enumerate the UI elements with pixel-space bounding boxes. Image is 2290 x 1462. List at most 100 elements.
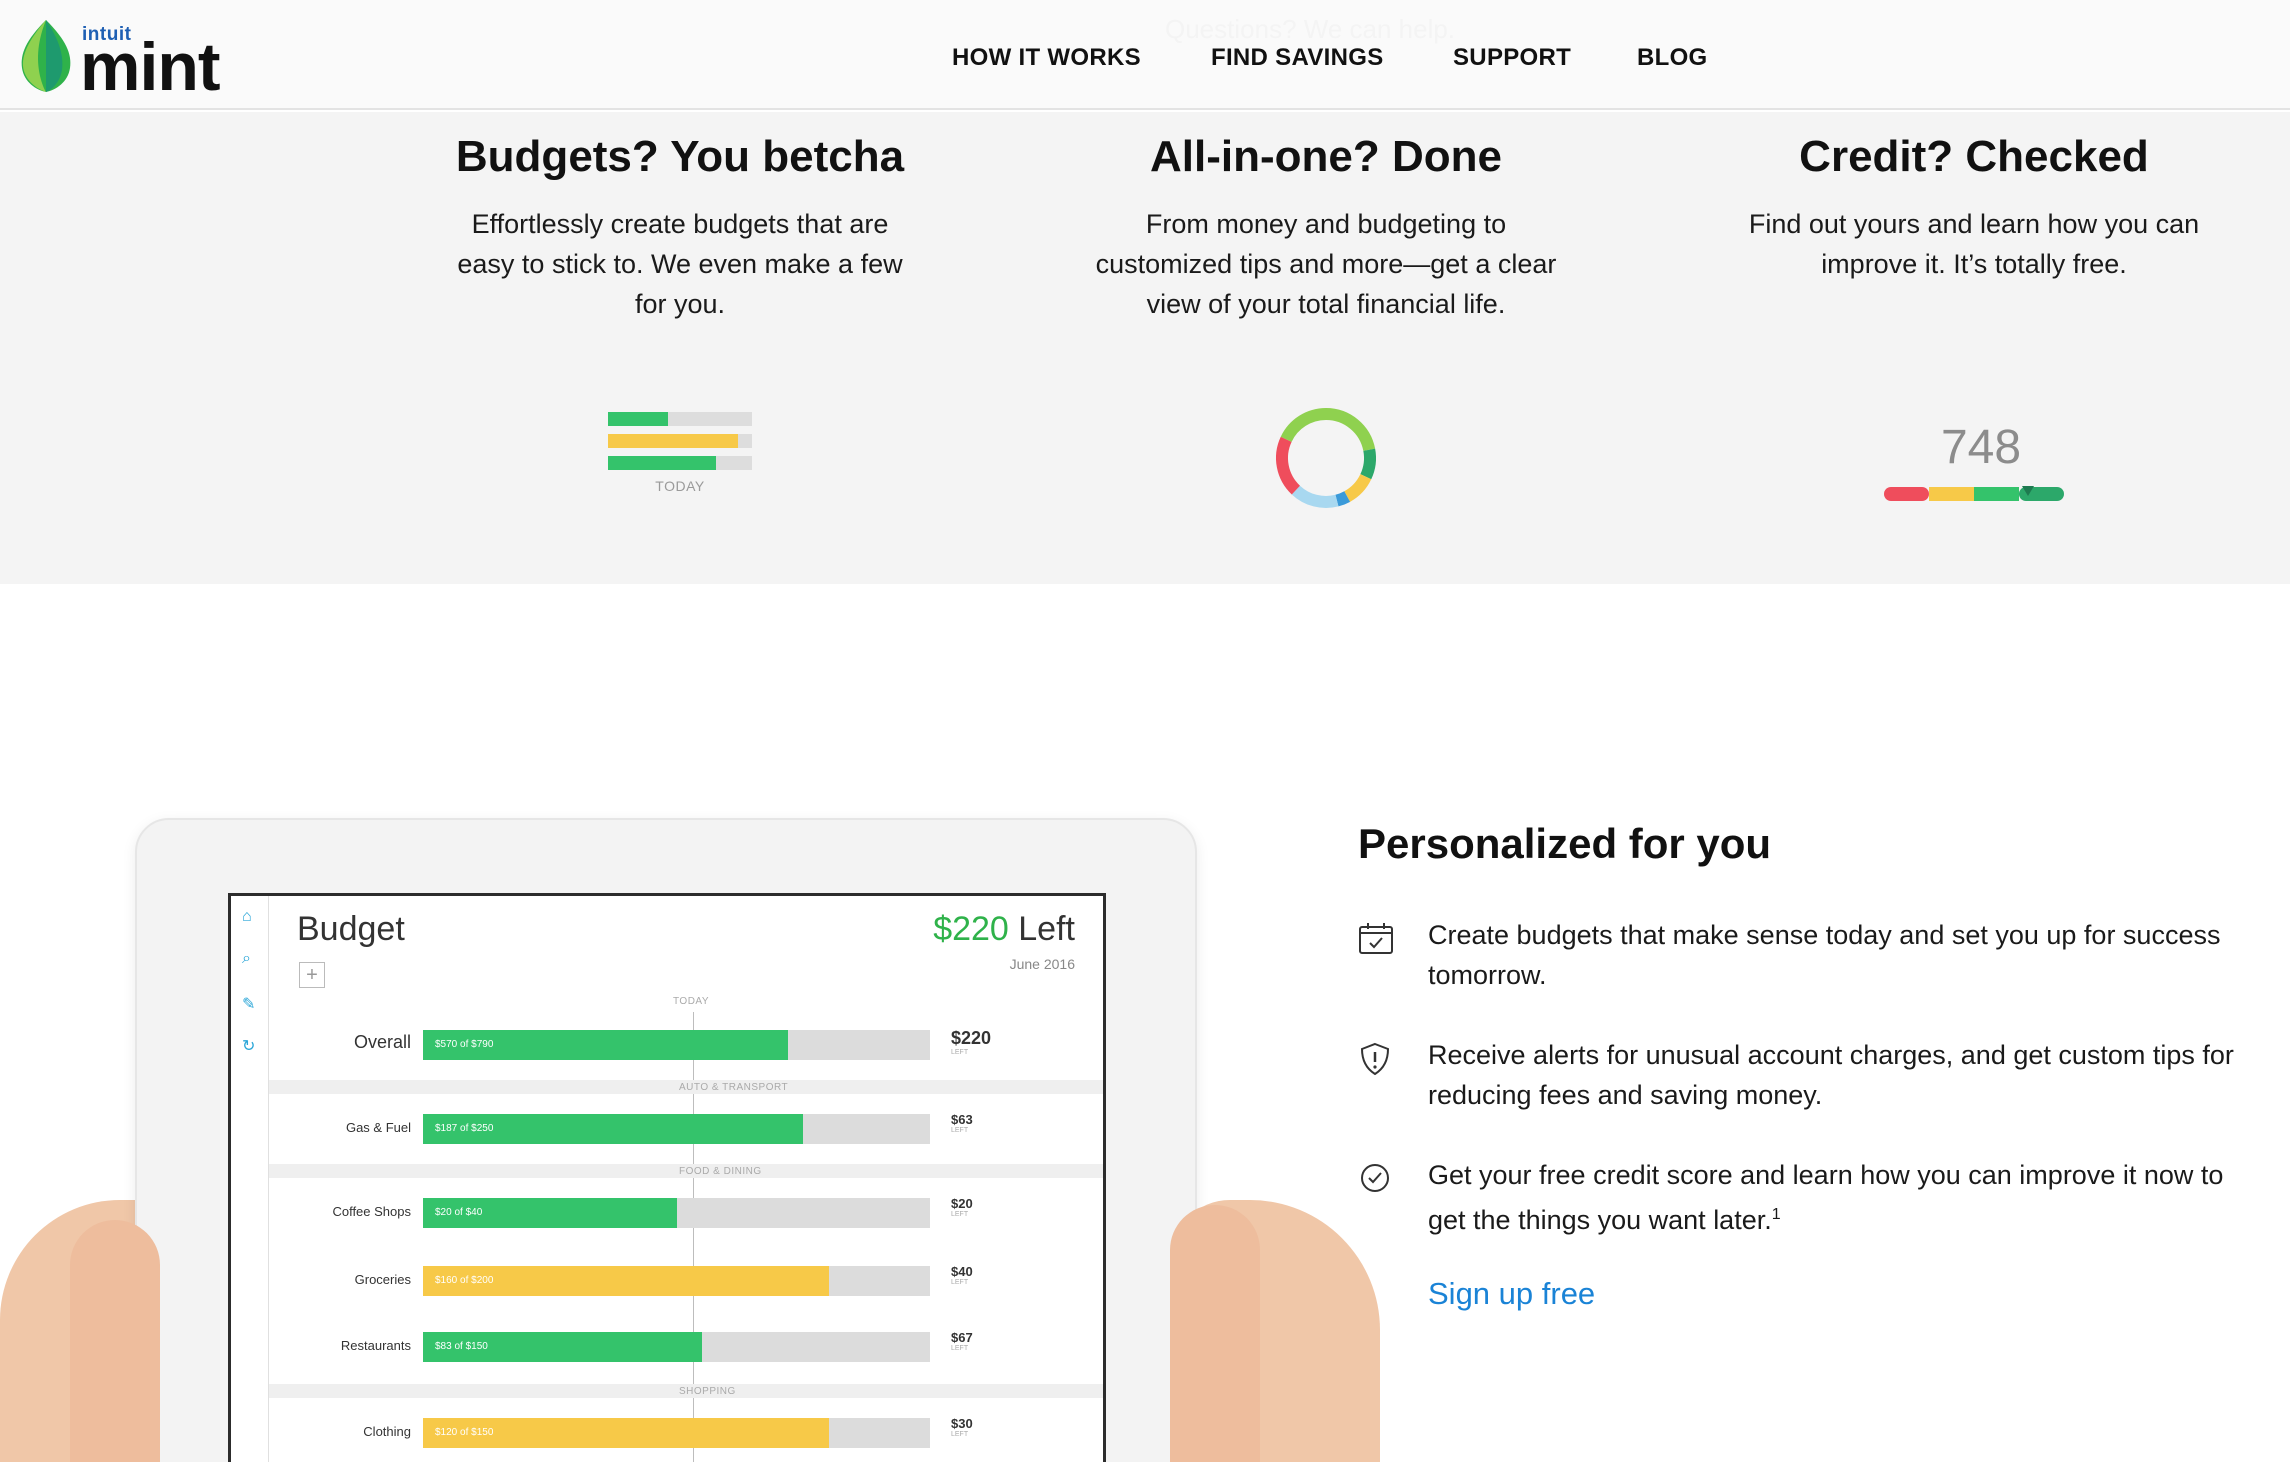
donut-segment	[1280, 408, 1327, 443]
mini-budget-bar	[608, 412, 752, 426]
budget-date: June 2016	[1009, 956, 1075, 972]
credit-meter	[1884, 486, 2064, 501]
remaining-label: LEFT	[951, 1345, 969, 1352]
budget-progress-text: $120 of $150	[435, 1427, 494, 1438]
remaining-value: $67	[951, 1330, 973, 1345]
header-help-text: Questions? We can help.	[1165, 14, 1456, 44]
mini-today-label: TODAY	[655, 478, 705, 494]
feature-title: Credit? Checked	[1799, 132, 2149, 181]
mint-logo[interactable]: intuit mint	[18, 16, 238, 105]
credit-meter-segment	[1974, 487, 2019, 501]
personalized-text: Receive alerts for unusual account charg…	[1428, 1040, 2234, 1110]
nav-support[interactable]: SUPPORT	[1453, 44, 1571, 72]
features-band: Budgets? You betcha Effortlessly create …	[0, 112, 2290, 584]
budget-section-label: AUTO & TRANSPORT	[679, 1082, 789, 1093]
feature-title: All-in-one? Done	[1150, 132, 1502, 181]
check-circle-icon	[1361, 1164, 1389, 1192]
nav-find-savings[interactable]: FIND SAVINGS	[1211, 44, 1384, 72]
credit-score-value: 748	[1940, 421, 2022, 474]
budget-category-label: Groceries	[354, 1272, 411, 1287]
nav-blog[interactable]: BLOG	[1637, 44, 1708, 72]
budget-category-label: Clothing	[363, 1424, 411, 1439]
budget-category-label: Overall	[353, 1032, 411, 1052]
budget-progress-bar[interactable]: $160 of $200	[423, 1266, 930, 1296]
credit-meter-segment	[1884, 487, 1929, 501]
credit-score-illustration: 748	[1884, 420, 2064, 501]
mint-leaf-icon	[21, 20, 71, 92]
budget-category-label: Gas & Fuel	[345, 1120, 411, 1135]
site-header: Questions? We can help. intuit mint HOW …	[0, 0, 2290, 110]
mini-budget-bar	[608, 456, 752, 470]
donut-segment	[1276, 436, 1301, 495]
left-thumb-image	[70, 1220, 160, 1462]
budget-progress-bar[interactable]: $83 of $150	[423, 1332, 930, 1362]
remaining-value: $20	[951, 1196, 973, 1211]
budget-section-divider: SHOPPING	[269, 1384, 1103, 1398]
personalized-text: Get your free credit score and learn how…	[1428, 1155, 2258, 1240]
budget-progress-bar[interactable]: $187 of $250	[423, 1114, 930, 1144]
budget-section-label: FOOD & DINING	[679, 1166, 762, 1177]
credit-meter-segment	[1929, 487, 1974, 501]
remaining-value: $40	[951, 1264, 973, 1279]
remaining-label: LEFT	[951, 1049, 969, 1056]
budget-progress-text: $570 of $790	[435, 1039, 494, 1050]
home-icon[interactable]: ⌂	[242, 908, 252, 926]
sign-up-free-link[interactable]: Sign up free	[1428, 1276, 1595, 1312]
shield-alert-icon	[1360, 1042, 1390, 1076]
donut-segment	[1335, 491, 1351, 507]
budget-progress-text: $187 of $250	[435, 1123, 494, 1134]
remaining-label: LEFT	[951, 1211, 969, 1218]
nav-how-it-works[interactable]: HOW IT WORKS	[952, 44, 1141, 72]
left-amount: $220	[933, 910, 1009, 948]
feature-text: From money and budgeting to customized t…	[1095, 209, 1557, 319]
remaining-label: LEFT	[951, 1127, 969, 1134]
left-label: Left	[1008, 910, 1075, 948]
feature-budgets: Budgets? You betcha Effortlessly create …	[420, 112, 940, 324]
right-thumb-image	[1170, 1205, 1260, 1462]
budget-remaining-amount: $220 LEFT	[951, 1028, 991, 1056]
add-budget-button[interactable]: +	[299, 962, 325, 988]
footnote-marker: 1	[1771, 1206, 1781, 1223]
mint-wordmark: mint	[80, 29, 221, 105]
budget-progress-bar[interactable]: $20 of $40	[423, 1198, 930, 1228]
remaining-label: LEFT	[951, 1431, 969, 1438]
donut-segment	[1360, 448, 1376, 480]
calendar-check-icon	[1359, 923, 1393, 954]
budget-progress-text: $160 of $200	[435, 1275, 494, 1286]
today-marker-label: TODAY	[673, 996, 710, 1007]
budget-remaining-amount: $40 LEFT	[951, 1264, 973, 1286]
budget-progress-bar[interactable]: $120 of $150	[423, 1418, 930, 1448]
budget-title: Budget	[297, 910, 405, 948]
mini-budget-bar	[608, 434, 752, 448]
personalized-text-body: Get your free credit score and learn how…	[1428, 1160, 2224, 1235]
feature-all-in-one: All-in-one? Done From money and budgetin…	[1066, 112, 1586, 324]
budget-progress-text: $20 of $40	[435, 1207, 483, 1218]
budget-section-divider: FOOD & DINING	[269, 1164, 1103, 1178]
refresh-icon[interactable]: ↻	[242, 1036, 255, 1056]
budget-remaining-amount: $30 LEFT	[951, 1416, 973, 1438]
donut-segment	[1325, 408, 1376, 452]
search-icon[interactable]: ⌕	[242, 950, 251, 968]
remaining-value: $220	[951, 1028, 992, 1048]
budget-remaining-amount: $67 LEFT	[951, 1330, 973, 1352]
remaining-value: $30	[951, 1416, 973, 1431]
budget-progress-text: $83 of $150	[435, 1341, 488, 1352]
feature-text: Effortlessly create budgets that are eas…	[457, 209, 903, 319]
remaining-value: $63	[951, 1112, 973, 1127]
personalized-text: Create budgets that make sense today and…	[1428, 920, 2221, 990]
remaining-label: LEFT	[951, 1279, 969, 1286]
personalized-section: Personalized for you	[1358, 820, 2258, 868]
budget-left-summary: $220 Left	[933, 910, 1075, 949]
edit-icon[interactable]: ✎	[242, 994, 255, 1014]
budget-section-label: SHOPPING	[679, 1386, 736, 1397]
tablet-sidebar: ⌂ ⌕ ✎ ↻	[231, 896, 269, 1462]
budget-category-label: Coffee Shops	[332, 1204, 411, 1219]
budget-remaining-amount: $20 LEFT	[951, 1196, 973, 1218]
personalized-title: Personalized for you	[1358, 820, 1772, 867]
budget-progress-bar[interactable]: $570 of $790	[423, 1030, 930, 1060]
budget-section-divider: AUTO & TRANSPORT	[269, 1080, 1103, 1094]
feature-credit: Credit? Checked Find out yours and learn…	[1714, 112, 2234, 284]
donut-segment	[1344, 473, 1372, 502]
budget-remaining-amount: $63 LEFT	[951, 1112, 973, 1134]
tablet-screen: ⌂ ⌕ ✎ ↻ Budget + $220 Left June 2016 TOD…	[228, 893, 1106, 1462]
